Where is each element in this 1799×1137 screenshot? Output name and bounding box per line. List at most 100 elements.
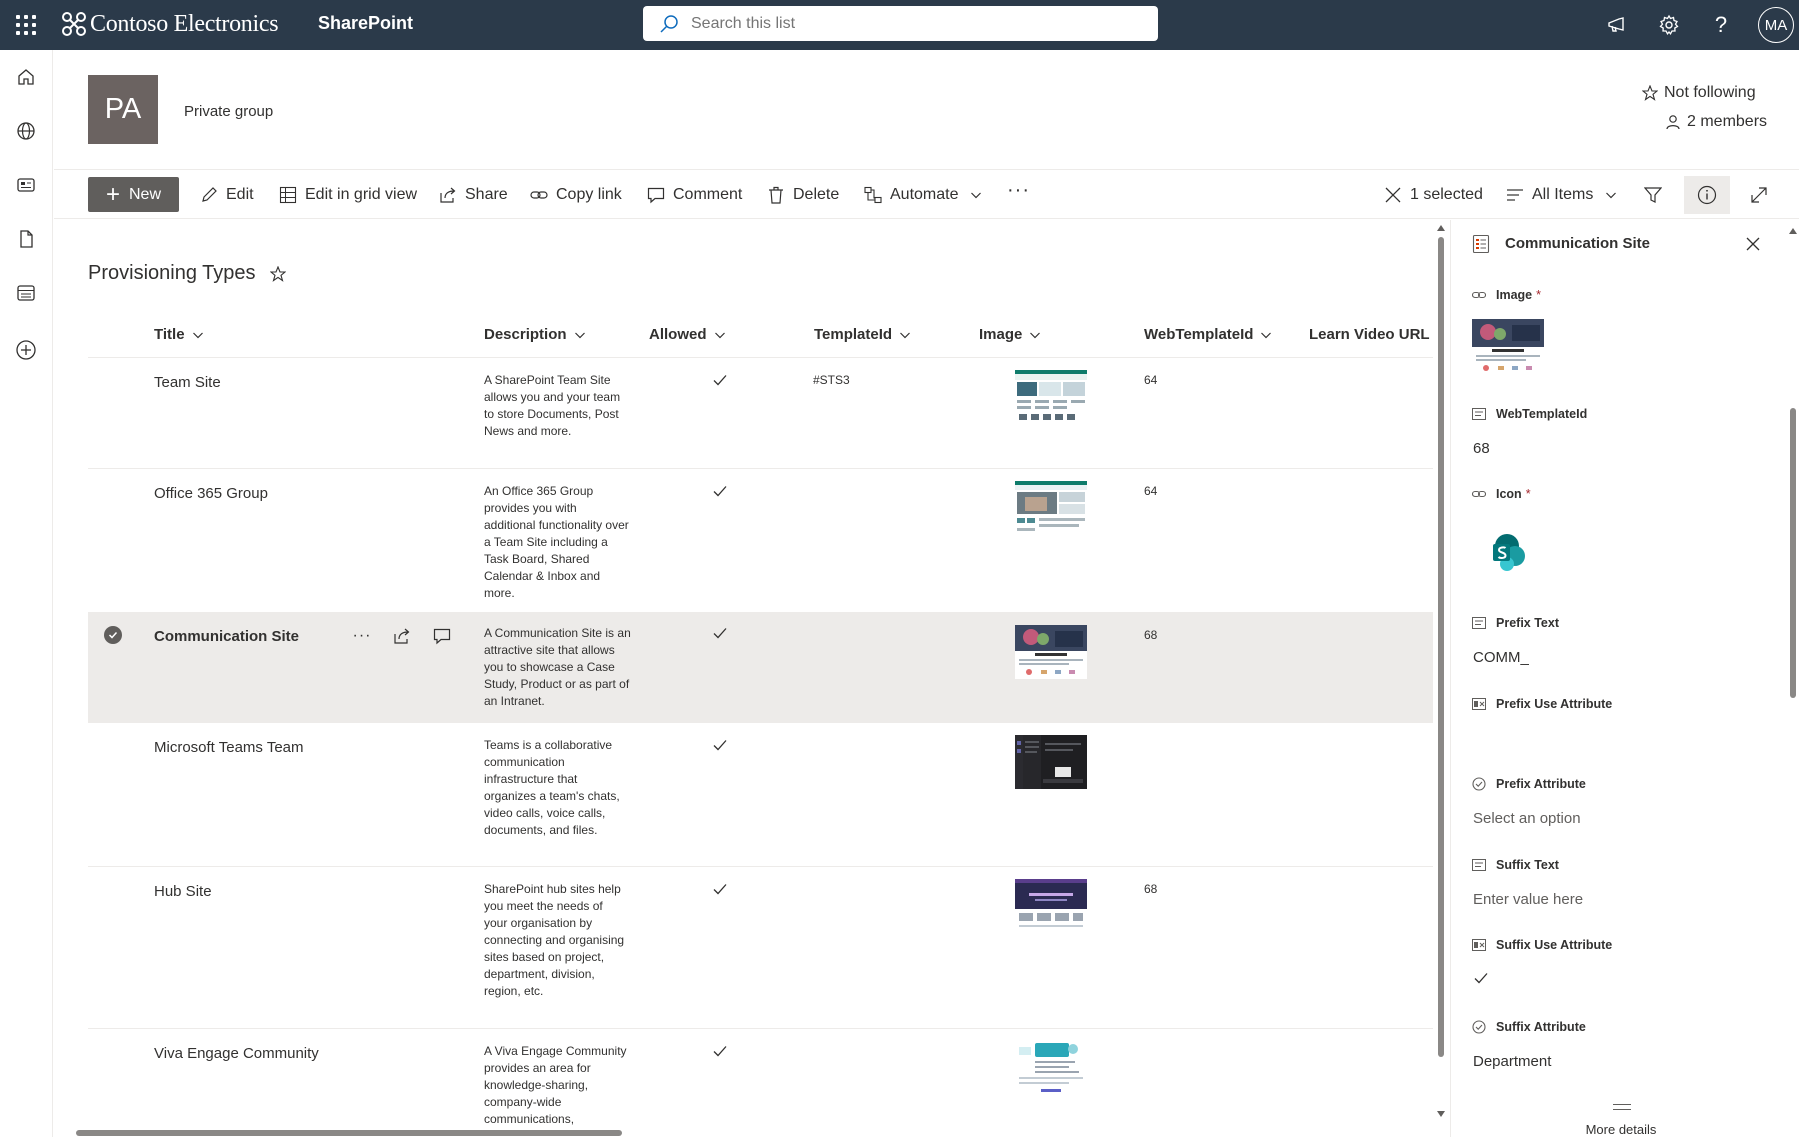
clear-selection-button[interactable]: 1 selected: [1384, 181, 1483, 209]
row-comment-icon[interactable]: [430, 624, 454, 648]
close-pane-icon[interactable]: [1741, 232, 1765, 256]
group-privacy-label: Private group: [184, 103, 274, 120]
row-image-thumbnail[interactable]: [1015, 625, 1087, 679]
list-horizontal-scrollbar[interactable]: [60, 1128, 1430, 1137]
user-avatar[interactable]: MA: [1758, 7, 1794, 43]
edit-button[interactable]: Edit: [200, 181, 254, 209]
contoso-logo-icon: [62, 12, 86, 36]
row-title[interactable]: Office 365 Group: [154, 485, 268, 502]
comment-button[interactable]: Comment: [647, 181, 742, 209]
column-header-label: Title: [154, 326, 185, 343]
favorite-star-icon[interactable]: [269, 265, 286, 282]
row-selected-check-icon[interactable]: [104, 626, 122, 644]
row-more-actions-icon[interactable]: ···: [350, 624, 374, 648]
info-pane-button[interactable]: [1684, 176, 1730, 214]
field-label-text: Prefix Text: [1496, 616, 1559, 630]
edit-grid-button[interactable]: Edit in grid view: [279, 181, 417, 209]
delete-button[interactable]: Delete: [767, 181, 839, 209]
row-title[interactable]: Viva Engage Community: [154, 1045, 319, 1062]
field-image-thumbnail[interactable]: [1472, 319, 1544, 375]
view-switcher[interactable]: All Items: [1506, 181, 1625, 209]
search-input[interactable]: [691, 14, 1111, 33]
row-image-thumbnail[interactable]: [1015, 1041, 1087, 1095]
follow-button[interactable]: Not following: [1642, 84, 1756, 102]
column-header-webtemplateid[interactable]: WebTemplateId: [1144, 326, 1272, 343]
row-title[interactable]: Microsoft Teams Team: [154, 739, 304, 756]
row-title[interactable]: Team Site: [154, 374, 221, 391]
filter-icon[interactable]: [1644, 181, 1670, 209]
copy-link-button[interactable]: Copy link: [530, 181, 622, 209]
row-title[interactable]: Hub Site: [154, 883, 212, 900]
megaphone-icon[interactable]: [1603, 11, 1631, 39]
list-row-microsoft-teams-team[interactable]: Microsoft Teams Team Teams is a collabor…: [88, 723, 1433, 867]
home-icon[interactable]: [13, 64, 39, 90]
members-label: 2 members: [1687, 113, 1768, 130]
field-value-prefix-attribute[interactable]: Select an option: [1473, 810, 1581, 827]
add-circle-icon[interactable]: [13, 337, 39, 363]
field-label-text: Suffix Use Attribute: [1496, 938, 1613, 952]
list-row-viva-engage-community[interactable]: Viva Engage Community A Viva Engage Comm…: [88, 1029, 1433, 1129]
column-header-templateid[interactable]: TemplateId: [814, 326, 911, 343]
field-value-suffix-text[interactable]: Enter value here: [1473, 891, 1583, 908]
column-header-image[interactable]: Image: [979, 326, 1041, 343]
news-icon[interactable]: [13, 172, 39, 198]
search-box[interactable]: [643, 6, 1158, 41]
list-row-hub-site[interactable]: Hub Site SharePoint hub sites help you m…: [88, 867, 1433, 1029]
expand-icon[interactable]: [1750, 181, 1776, 209]
column-header-description[interactable]: Description: [484, 326, 586, 343]
field-label-text: Prefix Attribute: [1496, 777, 1586, 791]
row-share-icon[interactable]: [390, 624, 414, 648]
pane-vertical-scrollbar[interactable]: [1789, 228, 1797, 1128]
list-row-team-site[interactable]: Team Site A SharePoint Team Site allows …: [88, 358, 1433, 469]
document-icon[interactable]: [13, 226, 39, 252]
row-image-thumbnail[interactable]: [1015, 735, 1087, 789]
edit-label: Edit: [226, 186, 254, 203]
column-header-label: TemplateId: [814, 326, 893, 343]
row-image-thumbnail[interactable]: [1015, 481, 1087, 535]
field-value-suffix-attribute[interactable]: Department: [1473, 1053, 1551, 1070]
column-header-title[interactable]: Title: [154, 326, 204, 343]
row-title[interactable]: Communication Site: [154, 628, 299, 645]
list-vertical-scrollbar[interactable]: [1436, 225, 1446, 1125]
list-icon[interactable]: [13, 280, 39, 306]
row-description: SharePoint hub sites help you meet the n…: [484, 882, 625, 998]
brand-name: Contoso Electronics: [90, 10, 279, 37]
more-commands-icon[interactable]: ···: [1007, 176, 1030, 204]
follow-label: Not following: [1664, 84, 1756, 101]
field-value-prefix-text[interactable]: COMM_: [1473, 649, 1529, 666]
chevron-down-icon: [1030, 332, 1041, 338]
list-row-office-365-group[interactable]: Office 365 Group An Office 365 Group pro…: [88, 469, 1433, 613]
globe-icon[interactable]: [13, 118, 39, 144]
settings-gear-icon[interactable]: [1655, 11, 1683, 39]
row-templateid: #STS3: [813, 373, 850, 387]
checkmark-icon[interactable]: [1473, 970, 1489, 991]
more-details-button[interactable]: More details: [1451, 1122, 1791, 1137]
field-label-icon: Icon *: [1472, 487, 1531, 501]
help-icon[interactable]: ?: [1707, 11, 1735, 39]
members-button[interactable]: 2 members: [1665, 113, 1767, 131]
row-description: An Office 365 Group provides you with ad…: [484, 484, 629, 600]
checkmark-icon: [712, 881, 728, 902]
field-label-text: Icon: [1496, 487, 1522, 501]
row-image-thumbnail[interactable]: [1015, 879, 1087, 933]
row-image-thumbnail[interactable]: [1015, 370, 1087, 424]
automate-button[interactable]: Automate: [864, 181, 990, 209]
link-icon: [1472, 291, 1486, 299]
new-label: New: [129, 185, 162, 203]
field-label-suffix-text: Suffix Text: [1472, 858, 1559, 872]
column-header-allowed[interactable]: Allowed: [649, 326, 726, 343]
field-label-prefix-text: Prefix Text: [1472, 616, 1559, 630]
drag-handle-icon[interactable]: [1613, 1104, 1631, 1110]
brand[interactable]: Contoso Electronics: [60, 10, 279, 38]
field-value-webtemplateid[interactable]: 68: [1473, 440, 1490, 457]
suite-bar: Contoso Electronics SharePoint ? MA: [0, 0, 1799, 50]
list-row-communication-site[interactable]: Communication Site ··· A Communication S…: [88, 613, 1433, 723]
plus-icon: +: [105, 180, 120, 208]
app-name[interactable]: SharePoint: [318, 13, 413, 34]
app-launcher-icon[interactable]: [14, 13, 38, 37]
share-button[interactable]: Share: [439, 181, 508, 209]
column-header-row: Title Description Allowed TemplateId Ima…: [88, 318, 1433, 358]
sharepoint-logo-icon[interactable]: [1489, 532, 1529, 572]
column-header-learn-video-url[interactable]: Learn Video URL: [1309, 326, 1433, 343]
new-button[interactable]: + New: [88, 177, 179, 212]
